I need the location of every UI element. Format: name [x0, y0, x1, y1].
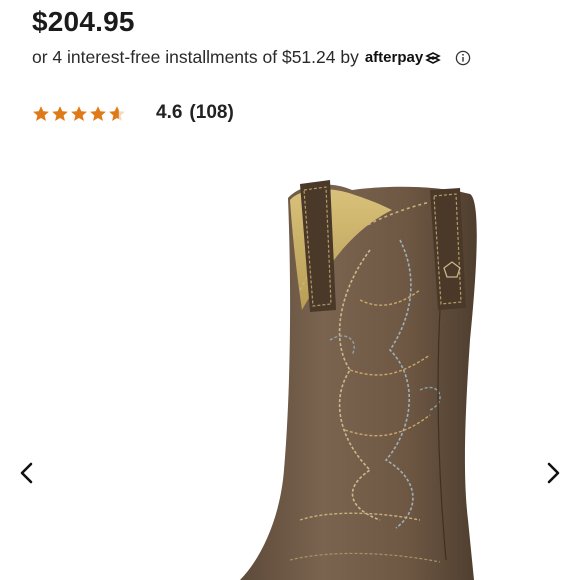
installment-text: or 4 interest-free installments of $51.2…	[32, 47, 359, 67]
star-icon	[52, 105, 68, 121]
chevron-left-icon	[20, 462, 33, 484]
rating-row[interactable]: 4.6 (108)	[32, 102, 234, 124]
cowboy-boot-illustration	[240, 180, 477, 580]
star-icon	[33, 105, 49, 121]
review-count: (108)	[189, 102, 234, 123]
star-icon	[71, 105, 87, 121]
gallery-next-button[interactable]	[538, 458, 568, 488]
afterpay-label: afterpay	[364, 49, 424, 66]
gallery-prev-button[interactable]	[12, 458, 42, 488]
rating-summary: 4.6 (108)	[156, 102, 234, 124]
info-icon[interactable]	[455, 50, 471, 66]
product-price: $204.95	[32, 6, 135, 37]
installment-info: or 4 interest-free installments of $51.2…	[32, 47, 471, 68]
star-icon	[90, 105, 106, 121]
product-image[interactable]	[0, 140, 580, 580]
star-rating	[32, 105, 126, 122]
afterpay-logo[interactable]: afterpay	[365, 49, 441, 66]
chevron-right-icon	[547, 462, 560, 484]
rating-value: 4.6	[156, 102, 183, 123]
star-icon	[109, 105, 125, 121]
afterpay-arrows-icon	[425, 51, 441, 64]
